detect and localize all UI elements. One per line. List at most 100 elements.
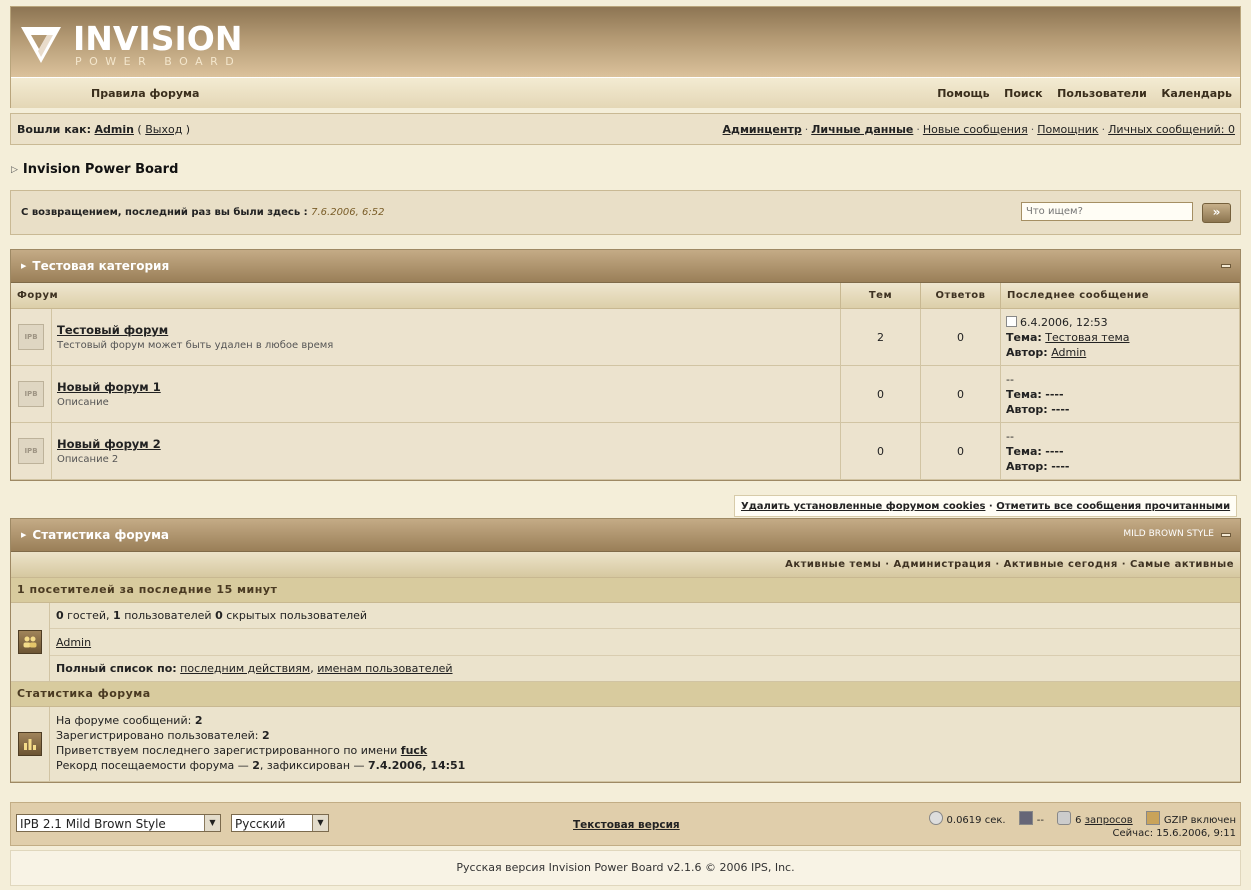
chevron-down-icon: ▼ — [312, 815, 328, 831]
board-actions: Удалить установленные форумом cookies · … — [734, 495, 1238, 517]
online-user-link[interactable]: Admin — [56, 636, 91, 649]
top-posters-link[interactable]: Самые активные — [1130, 559, 1234, 570]
users-online-icon — [18, 630, 42, 654]
forum-status-icon: IPB — [18, 324, 44, 350]
last-post-date: 6.4.2006, 12:53 — [1020, 315, 1108, 329]
hidden-label: скрытых пользователей — [226, 609, 368, 622]
language-select-value: Русский — [235, 817, 286, 831]
collapse-stats-icon[interactable] — [1221, 533, 1231, 537]
breadcrumb-board-link[interactable]: Invision Power Board — [23, 162, 178, 177]
logout-link[interactable]: Выход — [145, 123, 182, 136]
full-list-label: Полный список по: — [56, 662, 177, 675]
search-go-button[interactable]: » — [1202, 203, 1231, 223]
record-label: Рекорд посещаемости форума — — [56, 759, 249, 772]
total-members-value: 2 — [261, 729, 270, 742]
welcome-bar: С возвращением, последний раз вы были зд… — [10, 190, 1241, 235]
skin-select[interactable]: IPB 2.1 Mild Brown Style ▼ — [16, 814, 221, 832]
forum-link[interactable]: Новый форум 1 — [57, 380, 839, 394]
forum-replies-count: 0 — [920, 308, 1001, 366]
last-post-icon[interactable] — [1006, 315, 1017, 327]
last-post-author: ---- — [1051, 459, 1070, 473]
help-link[interactable]: Помощь — [937, 87, 989, 100]
gzip-status: GZIP включен — [1163, 815, 1236, 826]
category-header: ▶ Тестовая категория — [11, 250, 1240, 283]
guests-count: 0 — [56, 609, 64, 622]
online-users-header: 1 посетителей за последние 15 минут — [11, 578, 1240, 603]
admin-cp-link[interactable]: Админцентр — [723, 123, 802, 136]
chevron-down-icon: ▼ — [204, 815, 220, 831]
copyright-bar: Русская версия Invision Power Board v2.1… — [10, 850, 1241, 886]
skin-name-label: MILD BROWN STYLE — [1123, 529, 1214, 539]
forum-link[interactable]: Новый форум 2 — [57, 437, 839, 451]
col-topics: Тем — [840, 283, 921, 309]
category-panel: ▶ Тестовая категория Форум Тем Ответов По… — [10, 249, 1241, 481]
last-post-topic-label: Тема: — [1006, 387, 1042, 401]
stats-title[interactable]: ▶ Статистика форума — [21, 528, 169, 542]
total-members-line: Зарегистрировано пользователей: 2 — [56, 728, 1234, 743]
guests-label: гостей, — [67, 609, 110, 622]
collapse-category-icon[interactable] — [1221, 264, 1231, 268]
last-post-topic-link[interactable]: Тестовая тема — [1045, 331, 1129, 344]
search-input[interactable] — [1021, 202, 1193, 221]
forum-row: IPB Новый форум 2 Описание 2 0 0 -- Тема… — [11, 422, 1240, 480]
category-title[interactable]: ▶ Тестовая категория — [21, 259, 169, 273]
my-controls-link[interactable]: Личные данные — [811, 123, 913, 136]
queries-count: 6 — [1075, 815, 1082, 826]
stats-chart-icon — [18, 732, 42, 756]
list-by-action-link[interactable]: последним действиям — [180, 662, 310, 675]
last-post-author-link[interactable]: Admin — [1051, 346, 1086, 359]
record-line: Рекорд посещаемости форума — 2, зафиксир… — [56, 758, 1234, 773]
database-icon — [1057, 811, 1072, 825]
forum-row: IPB Новый форум 1 Описание 0 0 -- Тема: … — [11, 365, 1240, 423]
queries-link[interactable]: запросов — [1085, 815, 1133, 826]
forum-row: IPB Тестовый форум Тестовый форум может … — [11, 308, 1240, 366]
current-time-label: Сейчас: — [1112, 828, 1154, 839]
calendar-link[interactable]: Календарь — [1161, 87, 1232, 100]
last-post-topic-label: Тема: — [1006, 330, 1042, 344]
last-post-date: -- — [1006, 372, 1014, 386]
forum-description: Тестовый форум может быть удален в любое… — [57, 340, 334, 351]
last-post-topic: ---- — [1045, 387, 1064, 401]
mark-all-read-link[interactable]: Отметить все сообщения прочитанными — [996, 501, 1230, 512]
today-active-link[interactable]: Активные сегодня — [1004, 559, 1118, 570]
forum-link[interactable]: Тестовый форум — [57, 323, 839, 337]
search-link[interactable]: Поиск — [1004, 87, 1042, 100]
footer-bar: IPB 2.1 Mild Brown Style ▼ Русский ▼ Тек… — [10, 802, 1241, 846]
stats-header: ▶ Статистика форума MILD BROWN STYLE — [11, 519, 1240, 552]
logo-subtext: POWER BOARD — [75, 55, 242, 68]
exec-time: 0.0619 сек. — [946, 815, 1006, 826]
delete-cookies-link[interactable]: Удалить установленные форумом cookies — [741, 501, 985, 512]
logged-in-info: Вошли как: Admin ( Выход ) — [17, 123, 191, 136]
stats-links: Активные темы · Администрация · Активные… — [785, 559, 1234, 570]
assistant-link[interactable]: Помощник — [1037, 123, 1098, 136]
user-bar: Вошли как: Admin ( Выход ) Админцентр · Ли… — [10, 113, 1241, 145]
members-link[interactable]: Пользователи — [1057, 87, 1147, 100]
users-count: 1 — [113, 609, 121, 622]
active-topics-link[interactable]: Активные темы — [785, 559, 881, 570]
breadcrumb-arrow-icon: ▷ — [11, 165, 18, 175]
list-by-name-link[interactable]: именам пользователей — [317, 662, 452, 675]
newest-member-line: Приветствуем последнего зарегистрированн… — [56, 743, 1234, 758]
board-stats-row: На форуме сообщений: 2 Зарегистрировано … — [11, 707, 1240, 782]
new-posts-link[interactable]: Новые сообщения — [923, 123, 1028, 136]
last-post-topic-label: Тема: — [1006, 444, 1042, 458]
top-nav-links: Помощь Поиск Пользователи Календарь — [926, 87, 1232, 100]
users-label: пользователей — [124, 609, 212, 622]
record-value: 2 — [252, 759, 260, 772]
newest-member-link[interactable]: fuck — [401, 744, 427, 757]
leaders-link[interactable]: Администрация — [894, 559, 992, 570]
record-date: 7.4.2006, 14:51 — [368, 759, 466, 772]
current-time: Сейчас: 15.6.2006, 9:11 — [1113, 828, 1236, 839]
category-title-text: Тестовая категория — [32, 259, 170, 273]
last-post-author-label: Автор: — [1006, 459, 1048, 473]
last-post-topic: ---- — [1045, 444, 1064, 458]
messenger-link[interactable]: Личных сообщений: 0 — [1108, 123, 1235, 136]
server-load: -- — [1036, 815, 1044, 826]
language-select[interactable]: Русский ▼ — [231, 814, 329, 832]
forum-description: Описание — [57, 397, 109, 408]
forum-last-post: -- Тема: ---- Автор: ---- — [1000, 422, 1240, 480]
forum-rules-link[interactable]: Правила форума — [91, 87, 199, 100]
lofi-version-link[interactable]: Текстовая версия — [573, 819, 680, 831]
username-link[interactable]: Admin — [94, 123, 133, 136]
newest-member-label: Приветствуем последнего зарегистрированн… — [56, 744, 398, 757]
